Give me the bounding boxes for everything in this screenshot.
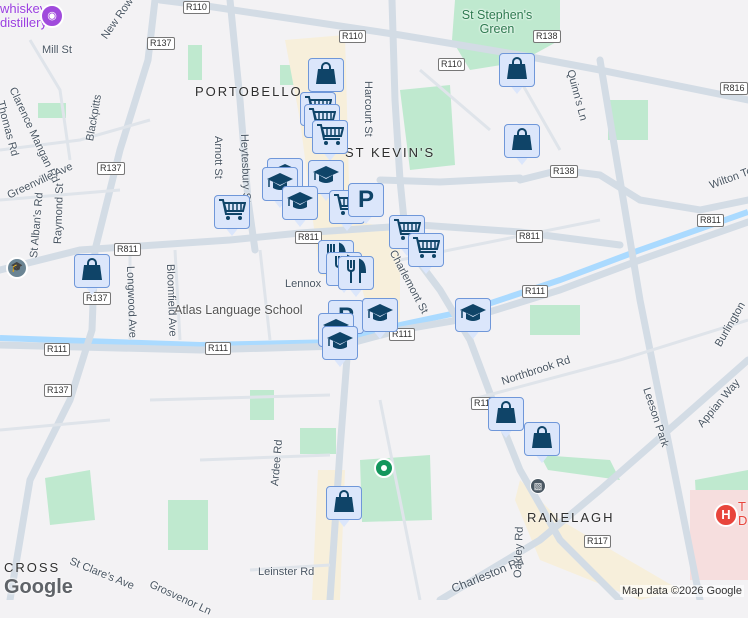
fork-knife-icon <box>345 258 367 289</box>
cart-marker[interactable] <box>312 120 348 164</box>
area-label-ranelagh: RANELAGH <box>527 510 615 525</box>
marker-box <box>282 186 318 220</box>
marker-box: P <box>348 183 384 217</box>
area-label-cross: CROSS <box>4 560 61 575</box>
cart-marker[interactable] <box>214 195 250 239</box>
marker-box <box>214 195 250 229</box>
street-label: Arnott St <box>212 136 224 179</box>
parking-icon: P <box>355 186 377 215</box>
road-shield: R138 <box>550 165 578 178</box>
street-label: Heytesbury St <box>238 133 253 204</box>
shopping-bag-icon <box>315 61 337 90</box>
marker-box <box>338 256 374 290</box>
marker-box <box>312 120 348 154</box>
food-marker[interactable] <box>338 256 374 300</box>
tram-stop-icon[interactable]: ▧ <box>530 478 546 494</box>
road-shield: R811 <box>516 230 543 243</box>
shopping-cart-icon <box>412 236 441 265</box>
grad-marker[interactable] <box>322 326 358 370</box>
graduation-cap-icon <box>459 302 487 329</box>
road-shield: R137 <box>147 37 175 50</box>
graduation-cap-icon <box>366 302 394 329</box>
road-shield: R117 <box>584 535 611 548</box>
road-shield: R811 <box>114 243 141 256</box>
shopping-cart-icon <box>316 123 345 152</box>
hospital-icon[interactable]: H <box>714 503 738 527</box>
street-label: Raymond St <box>52 183 67 245</box>
shopping-cart-icon <box>218 198 247 227</box>
poi-label-atlas-language-school: Atlas Language School <box>174 303 303 317</box>
road-shield: R110 <box>339 30 366 43</box>
cart-marker[interactable] <box>408 233 444 277</box>
shopping-bag-icon <box>495 400 517 429</box>
marker-box <box>408 233 444 267</box>
google-logo: Google <box>4 576 73 598</box>
shop-marker[interactable] <box>524 422 560 466</box>
camera-poi-icon[interactable]: ◉ <box>40 4 64 28</box>
marker-box <box>74 254 110 288</box>
road-shield: R137 <box>44 384 72 397</box>
svg-text:P: P <box>358 186 374 210</box>
road-shield: R111 <box>522 285 549 298</box>
graduation-cap-icon <box>326 330 354 357</box>
shop-marker[interactable] <box>499 53 535 97</box>
road-shield: R111 <box>205 342 232 355</box>
road-shield: R110 <box>183 1 210 14</box>
park-label-st-stephens-green: St Stephen's Green <box>461 8 533 36</box>
parking-marker[interactable]: P <box>348 183 384 227</box>
marker-box <box>362 298 398 332</box>
road-shield: R811 <box>697 214 724 227</box>
shop-marker[interactable] <box>74 254 110 298</box>
road-shield: R111 <box>44 343 71 356</box>
road-shield: R816 <box>720 82 748 95</box>
road-shield: R110 <box>438 58 465 71</box>
road-shield: R137 <box>97 162 125 175</box>
marker-box <box>499 53 535 87</box>
shop-marker[interactable] <box>504 124 540 168</box>
school-poi-icon[interactable]: 🎓 <box>6 257 28 279</box>
street-label: Harcourt St <box>362 81 374 137</box>
graduation-cap-icon <box>286 190 314 217</box>
grad-marker[interactable] <box>362 298 398 342</box>
street-label: Oakley Rd <box>512 526 526 579</box>
marker-box <box>326 486 362 520</box>
grad-marker[interactable] <box>282 186 318 230</box>
street-label: Leinster Rd <box>258 566 315 578</box>
grad-marker[interactable] <box>455 298 491 342</box>
shopping-bag-icon <box>81 257 103 286</box>
street-label: Lennox <box>285 278 322 290</box>
park-pin-icon[interactable] <box>374 458 394 478</box>
shop-marker[interactable] <box>488 397 524 441</box>
shopping-bag-icon <box>506 56 528 85</box>
road-shield: R138 <box>533 30 561 43</box>
marker-box <box>488 397 524 431</box>
hospital-label: T D <box>738 499 748 528</box>
marker-box <box>455 298 491 332</box>
street-label: Longwood Ave <box>124 265 139 339</box>
street-label: Bloomfield Ave <box>164 263 179 337</box>
map-attribution[interactable]: Map data ©2026 Google <box>619 585 744 597</box>
shopping-bag-icon <box>511 127 533 156</box>
area-label-portobello: PORTOBELLO <box>195 84 303 99</box>
marker-box <box>322 326 358 360</box>
area-label-st-kevins: ST KEVIN'S <box>345 145 436 160</box>
shopping-bag-icon <box>333 489 355 518</box>
marker-box <box>308 58 344 92</box>
street-label: Mill St <box>42 44 72 56</box>
shopping-bag-icon <box>531 425 553 454</box>
marker-box <box>504 124 540 158</box>
shop-marker[interactable] <box>326 486 362 530</box>
marker-box <box>524 422 560 456</box>
